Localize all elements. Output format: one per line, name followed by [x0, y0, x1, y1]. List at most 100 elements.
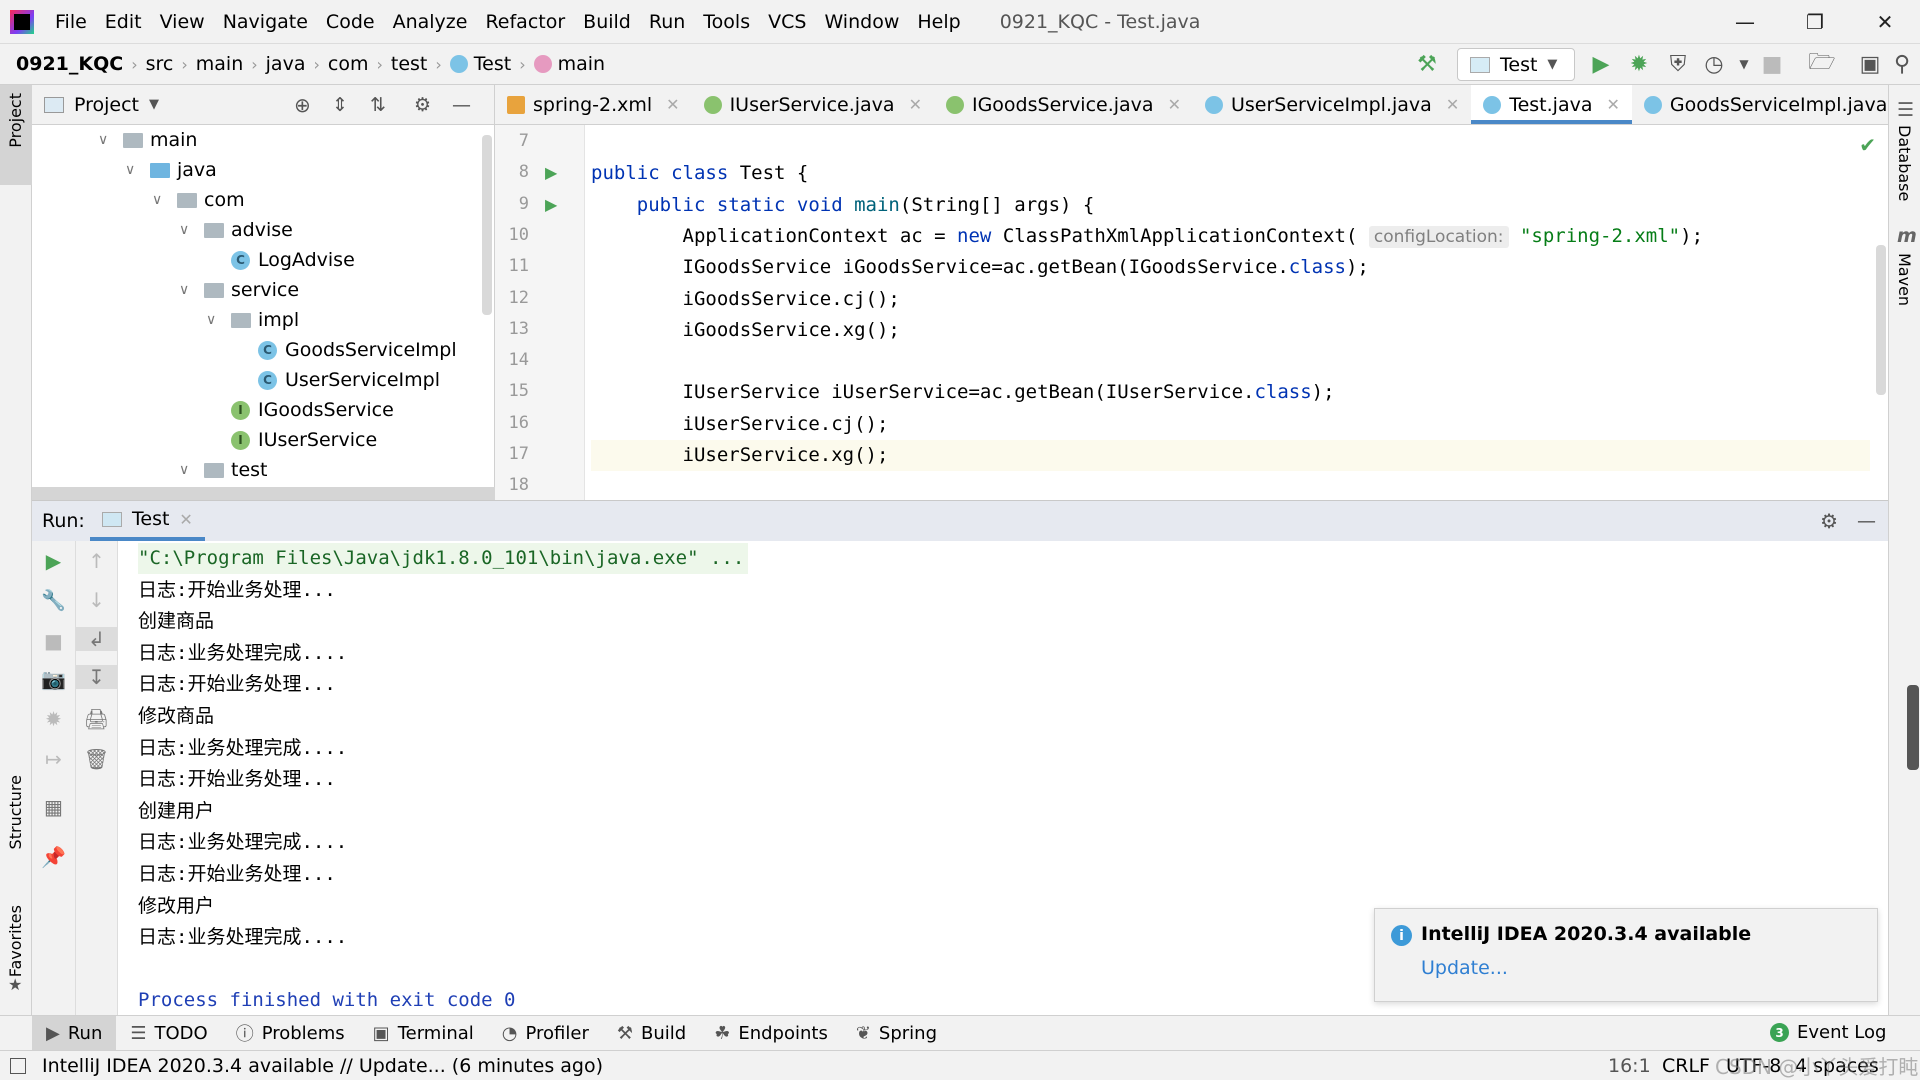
tab-iuserservice-java[interactable]: IUserService.java ✕	[692, 85, 934, 124]
breadcrumb-item[interactable]: main	[533, 53, 605, 75]
status-message[interactable]: IntelliJ IDEA 2020.3.4 available // Upda…	[42, 1055, 603, 1077]
tab-igoodsservice-java[interactable]: IGoodsService.java ✕	[934, 85, 1193, 124]
run-anything-icon[interactable]: ▣	[1856, 50, 1884, 78]
profile-dropdown-icon[interactable]: ▼	[1730, 50, 1758, 78]
menu-window[interactable]: Window	[815, 11, 908, 33]
line-separator[interactable]: CRLF	[1662, 1055, 1710, 1077]
menu-vcs[interactable]: VCS	[759, 11, 815, 33]
tab-spring-2-xml[interactable]: spring-2.xml ✕	[495, 85, 692, 124]
favorites-tool-button[interactable]: Favorites	[6, 905, 25, 977]
tool-problems[interactable]: ⓘ Problems	[222, 1016, 359, 1050]
tree-item-com[interactable]: ∨ com	[32, 185, 482, 215]
caret-position[interactable]: 16:1	[1608, 1055, 1651, 1077]
project-view-dropdown[interactable]: Project	[74, 94, 139, 116]
menu-view[interactable]: View	[151, 11, 214, 33]
menu-analyze[interactable]: Analyze	[384, 11, 477, 33]
tool-run[interactable]: ▶ Run	[32, 1016, 117, 1050]
menu-file[interactable]: File	[46, 11, 96, 33]
hide-icon[interactable]: —	[452, 94, 471, 116]
code-line[interactable]: IGoodsService iGoodsService=ac.getBean(I…	[591, 252, 1870, 283]
breadcrumb-item[interactable]: 0921_KQC	[16, 53, 123, 75]
chevron-down-icon[interactable]: ∨	[179, 282, 189, 298]
menu-code[interactable]: Code	[317, 11, 384, 33]
close-tab-icon[interactable]: ✕	[1606, 95, 1619, 114]
tool-profiler[interactable]: ◔ Profiler	[488, 1016, 603, 1050]
maven-tool-button[interactable]: Maven	[1895, 253, 1914, 306]
tab-userserviceimpl-java[interactable]: UserServiceImpl.java ✕	[1193, 85, 1471, 124]
breadcrumb-item[interactable]: test	[391, 53, 428, 75]
close-tab-icon[interactable]: ✕	[909, 95, 922, 114]
close-window-button[interactable]: ✕	[1855, 0, 1915, 43]
minimize-button[interactable]: —	[1715, 0, 1775, 43]
tree-item-impl[interactable]: ∨ impl	[32, 305, 482, 335]
chevron-down-icon[interactable]: ∨	[206, 312, 216, 328]
event-log-button[interactable]: 3 Event Log	[1770, 1015, 1886, 1050]
menu-tools[interactable]: Tools	[694, 11, 759, 33]
tab-test-java[interactable]: Test.java ✕	[1471, 85, 1632, 124]
breadcrumb-item[interactable]: Test	[449, 53, 511, 75]
tool-endpoints[interactable]: ☘ Endpoints	[700, 1016, 842, 1050]
code-line[interactable]: iUserService.cj();	[591, 409, 1870, 440]
project-structure-icon[interactable]: 🗁	[1808, 50, 1836, 78]
debug-icon[interactable]: ✹	[1625, 50, 1653, 78]
tree-item-test[interactable]: ∨ test	[32, 455, 482, 485]
gear-icon[interactable]: ⚙	[1820, 509, 1838, 533]
locate-icon[interactable]: ⊕	[294, 93, 311, 117]
run-tab-test[interactable]: Test ✕	[90, 501, 205, 541]
code-line[interactable]: ApplicationContext ac = new ClassPathXml…	[591, 221, 1870, 252]
code-line[interactable]: iGoodsService.xg();	[591, 315, 1870, 346]
code-line[interactable]: iUserService.xg();	[591, 440, 1870, 471]
restore-button[interactable]: ❐	[1785, 0, 1845, 43]
menu-refactor[interactable]: Refactor	[476, 11, 574, 33]
chevron-down-icon[interactable]: ∨	[179, 222, 189, 238]
close-tab-icon[interactable]: ✕	[666, 95, 679, 114]
tab-goodsserviceimpl-java[interactable]: GoodsServiceImpl.java✕	[1632, 85, 1888, 124]
project-tool-button[interactable]: Project	[0, 85, 32, 185]
chevron-down-icon[interactable]: ∨	[152, 192, 162, 208]
tree-item-service[interactable]: ∨ service	[32, 275, 482, 305]
build-hammer-icon[interactable]: ⚒	[1413, 50, 1441, 78]
expand-all-icon[interactable]: ⇕	[332, 94, 348, 116]
tree-item-userserviceimpl[interactable]: C UserServiceImpl	[32, 365, 482, 395]
code-line[interactable]: IUserService iUserService=ac.getBean(IUs…	[591, 377, 1870, 408]
status-toggle-icon[interactable]	[10, 1057, 26, 1074]
tree-item-iuserservice[interactable]: I IUserService	[32, 425, 482, 455]
run-icon[interactable]: ▶	[1587, 50, 1615, 78]
close-tab-icon[interactable]: ✕	[1446, 95, 1459, 114]
tree-item-main[interactable]: ∨ main	[32, 125, 482, 155]
scroll-indicator[interactable]	[1907, 685, 1919, 770]
chevron-down-icon[interactable]: ∨	[125, 162, 135, 178]
profile-icon[interactable]: ◷	[1700, 50, 1728, 78]
breadcrumb-item[interactable]: java	[266, 53, 306, 75]
menu-edit[interactable]: Edit	[96, 11, 151, 33]
tree-item-advise[interactable]: ∨ advise	[32, 215, 482, 245]
tree-item-logadvise[interactable]: C LogAdvise	[32, 245, 482, 275]
code-line[interactable]: public class Test {	[591, 158, 1870, 189]
tool-todo[interactable]: ☰ TODO	[116, 1016, 221, 1050]
code-line[interactable]: public static void main(String[] args) {	[591, 190, 1870, 221]
run-config-dropdown[interactable]: Test ▼	[1457, 48, 1575, 81]
code-line[interactable]	[591, 346, 1870, 377]
menu-navigate[interactable]: Navigate	[214, 11, 317, 33]
tool-terminal[interactable]: ▣ Terminal	[359, 1016, 488, 1050]
breadcrumb-item[interactable]: src	[146, 53, 174, 75]
database-tool-button[interactable]: Database	[1895, 125, 1914, 201]
menu-help[interactable]: Help	[908, 11, 969, 33]
coverage-icon[interactable]: ⛨	[1664, 50, 1692, 78]
tree-scrollbar[interactable]	[482, 135, 492, 315]
tree-item-goodsserviceimpl[interactable]: C GoodsServiceImpl	[32, 335, 482, 365]
code-line[interactable]	[591, 127, 1870, 158]
code-area[interactable]: public class Test { public static void m…	[495, 125, 1888, 500]
tree-item-java[interactable]: ∨ java	[32, 155, 482, 185]
collapse-all-icon[interactable]: ⇅	[370, 94, 386, 116]
menu-build[interactable]: Build	[574, 11, 640, 33]
chevron-down-icon[interactable]: ▼	[149, 97, 159, 112]
update-link[interactable]: Update...	[1421, 957, 1508, 979]
editor-scrollbar[interactable]	[1876, 245, 1886, 395]
breadcrumb-item[interactable]: com	[328, 53, 369, 75]
search-icon[interactable]: ⚲	[1888, 50, 1916, 78]
tool-spring[interactable]: ❦ Spring	[842, 1016, 951, 1050]
close-tab-icon[interactable]: ✕	[179, 510, 192, 529]
chevron-down-icon[interactable]: ∨	[98, 132, 108, 148]
gear-icon[interactable]: ⚙	[414, 94, 431, 116]
